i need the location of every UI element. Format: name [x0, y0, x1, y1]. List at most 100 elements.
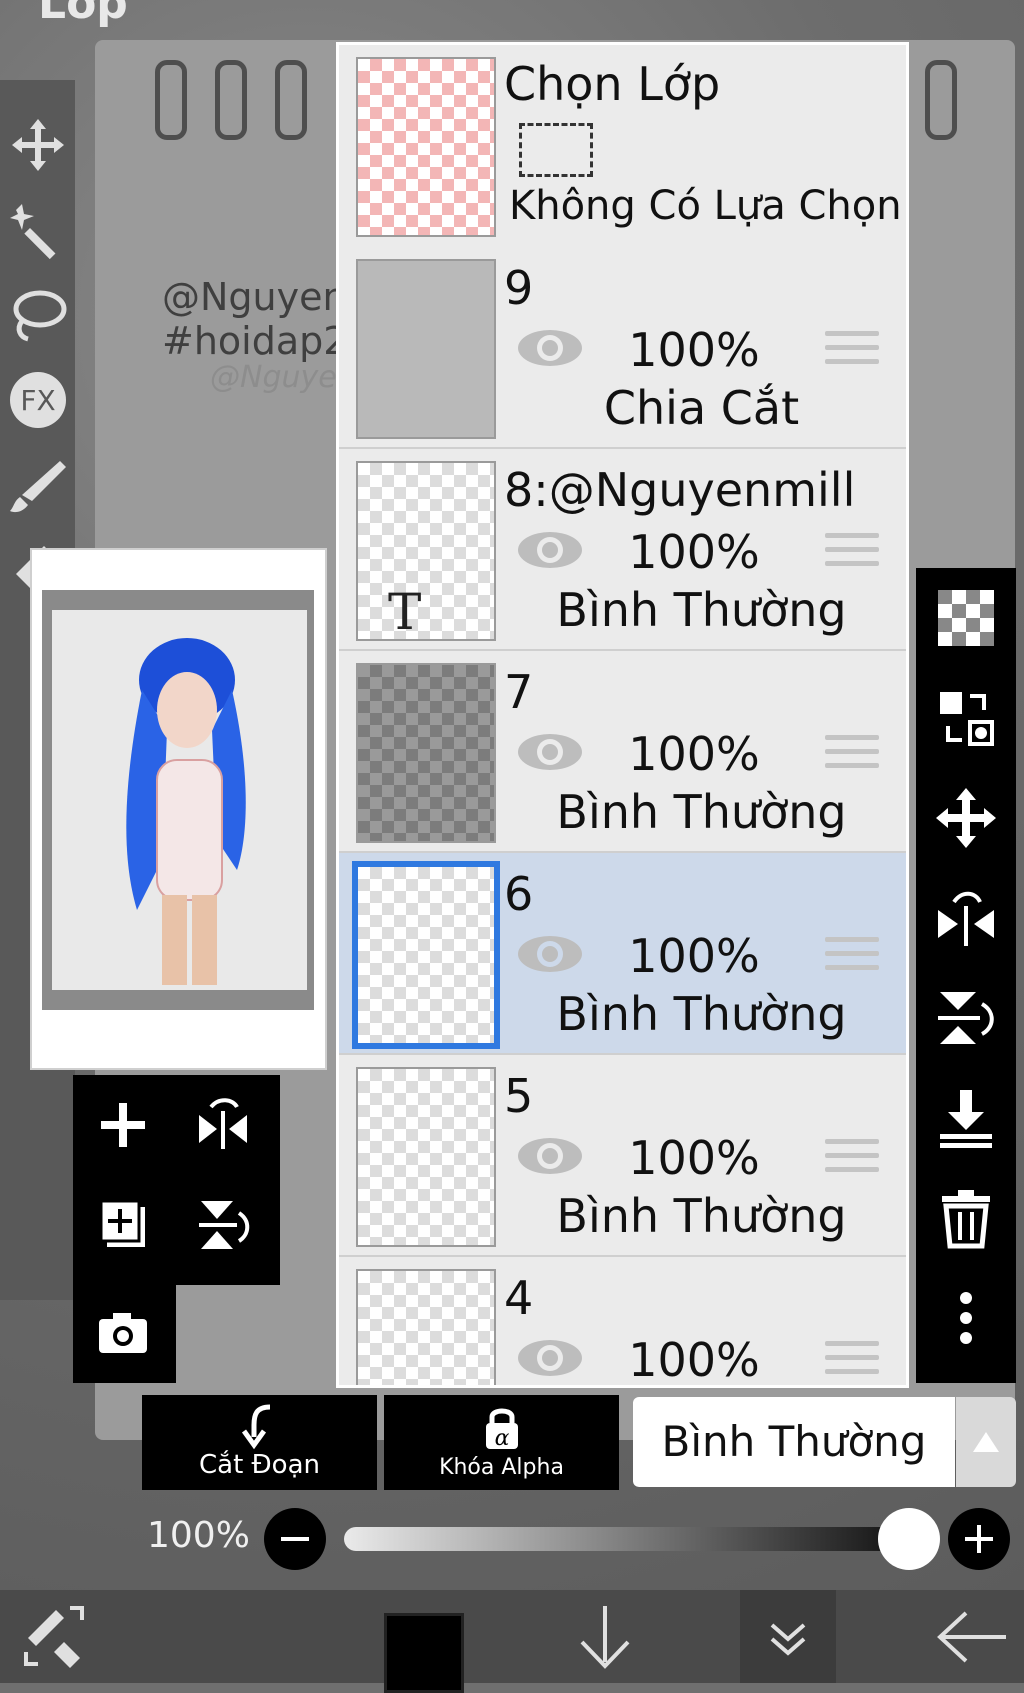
move-layer-button[interactable]	[916, 768, 1016, 868]
drag-handle-icon[interactable]	[825, 1341, 879, 1381]
drag-handle-icon[interactable]	[825, 533, 879, 573]
layer-thumbnail	[356, 1067, 496, 1247]
layer-thumbnail: T	[356, 461, 496, 641]
arrow-down-icon	[580, 1605, 630, 1669]
add-copy-icon	[99, 1199, 145, 1247]
layer-row[interactable]: 4 100%	[339, 1257, 906, 1387]
select-layer-row[interactable]: Chọn Lớp Không Có Lựa Chọn	[339, 45, 906, 249]
blend-mode-value: Bình Thường	[661, 1417, 927, 1466]
clip-arrow-icon	[241, 1404, 270, 1450]
add-layer-button[interactable]	[73, 1075, 173, 1175]
layer-opacity: 100%	[628, 323, 760, 377]
camera-button[interactable]	[73, 1283, 173, 1383]
move-layer-icon	[936, 788, 996, 848]
flip-horizontal-icon	[199, 1098, 247, 1149]
move-icon[interactable]	[0, 110, 75, 180]
text-layer-icon: T	[388, 583, 422, 641]
flip-layer-vertical-button[interactable]	[916, 968, 1016, 1068]
tool-toggle-button[interactable]	[10, 1590, 100, 1683]
opacity-slider[interactable]	[344, 1527, 909, 1551]
down-arrow-button[interactable]	[560, 1590, 650, 1683]
layer-row[interactable]: 5 100% Bình Thường	[339, 1055, 906, 1257]
layer-row-selected[interactable]: 6 100% Bình Thường	[339, 853, 906, 1055]
eye-icon[interactable]	[515, 929, 585, 979]
right-layer-tool-strip	[916, 568, 1016, 1383]
collapse-panel-button[interactable]	[740, 1590, 836, 1683]
drag-handle-icon[interactable]	[825, 937, 879, 977]
brush-icon[interactable]	[0, 450, 75, 520]
layer-blend-mode: Bình Thường	[556, 583, 847, 637]
layer-opacity: 100%	[628, 727, 760, 781]
flip-horizontal-icon	[938, 891, 994, 946]
blend-mode-dropdown-button[interactable]	[956, 1397, 1016, 1487]
drag-handle-icon[interactable]	[825, 331, 879, 371]
character-illustration	[126, 638, 246, 985]
layer-row[interactable]: T 8:@Nguyenmill 100% Bình Thường	[339, 449, 906, 651]
eye-icon[interactable]	[515, 727, 585, 777]
eye-icon[interactable]	[515, 1131, 585, 1181]
layer-row[interactable]: 7 100% Bình Thường	[339, 651, 906, 853]
spiral-ring	[275, 60, 307, 140]
camera-panel	[73, 1283, 176, 1383]
spiral-ring	[215, 60, 247, 140]
flip-canvas-vertical-button[interactable]	[173, 1175, 273, 1275]
layer-actions-panel	[73, 1075, 280, 1285]
layer-name: 4	[504, 1271, 534, 1325]
layer-opacity: 100%	[628, 1131, 760, 1185]
opacity-increase-button[interactable]	[948, 1508, 1010, 1570]
plus-icon	[101, 1103, 145, 1147]
opacity-slider-knob[interactable]	[878, 1508, 940, 1570]
more-options-button[interactable]	[916, 1268, 1016, 1368]
merge-down-button[interactable]	[916, 1068, 1016, 1168]
layer-row[interactable]: 9 100% Chia Cắt	[339, 247, 906, 449]
svg-text:FX: FX	[20, 384, 55, 417]
magic-wand-icon[interactable]	[0, 195, 75, 265]
layer-list-panel: Chọn Lớp Không Có Lựa Chọn 9 100% Chia C…	[336, 42, 909, 1388]
more-icon	[960, 1292, 972, 1344]
layer-name: 8:@Nguyenmill	[504, 463, 856, 517]
flip-canvas-horizontal-button[interactable]	[173, 1075, 273, 1175]
blend-mode-select[interactable]: Bình Thường	[633, 1397, 955, 1487]
navigator-preview[interactable]	[30, 548, 327, 1070]
select-layer-status: Không Có Lựa Chọn	[509, 183, 902, 229]
brush-swap-icon	[24, 1605, 84, 1668]
swap-layers-button[interactable]	[916, 668, 1016, 768]
flip-layer-horizontal-button[interactable]	[916, 868, 1016, 968]
lock-icon: α	[485, 1408, 518, 1451]
svg-text:α: α	[494, 1426, 509, 1451]
opacity-decrease-button[interactable]	[264, 1508, 326, 1570]
alpha-lock-button[interactable]: α Khóa Alpha	[384, 1395, 619, 1490]
back-button[interactable]	[920, 1590, 1020, 1683]
bottom-toolbar	[0, 1590, 1024, 1683]
drag-handle-icon[interactable]	[825, 735, 879, 775]
delete-layer-button[interactable]	[916, 1168, 1016, 1268]
layer-name: 9	[504, 261, 534, 315]
layer-opacity: 100%	[628, 525, 760, 579]
lasso-icon[interactable]	[0, 280, 75, 350]
clipping-button[interactable]: Cắt Đoạn	[142, 1395, 377, 1490]
foreground-color-swatch[interactable]	[384, 1613, 464, 1693]
swap-layers-icon	[940, 692, 994, 746]
minus-icon	[281, 1537, 309, 1541]
layer-thumbnail	[356, 259, 496, 439]
layer-blend-mode: Bình Thường	[556, 987, 847, 1041]
camera-icon	[99, 1313, 147, 1353]
layer-opacity: 100%	[628, 1333, 760, 1387]
triangle-up-icon	[973, 1432, 999, 1452]
eye-icon[interactable]	[515, 1333, 585, 1383]
eye-icon[interactable]	[515, 525, 585, 575]
add-copy-layer-button[interactable]	[73, 1175, 173, 1275]
alpha-lock-label: Khóa Alpha	[439, 1455, 564, 1480]
layer-name: 6	[504, 867, 534, 921]
layer-blend-mode: Bình Thường	[556, 1189, 847, 1243]
drag-handle-icon[interactable]	[825, 1139, 879, 1179]
layer-thumbnail	[352, 861, 500, 1049]
layer-blend-mode: Bình Thường	[556, 785, 847, 839]
opacity-value-label: 100%	[147, 1515, 250, 1556]
transparency-button[interactable]	[916, 568, 1016, 668]
fx-icon[interactable]: FX	[0, 365, 75, 435]
merge-down-icon	[940, 1090, 992, 1148]
preview-drawing	[52, 610, 307, 990]
eye-icon[interactable]	[515, 323, 585, 373]
spiral-ring	[925, 60, 957, 140]
